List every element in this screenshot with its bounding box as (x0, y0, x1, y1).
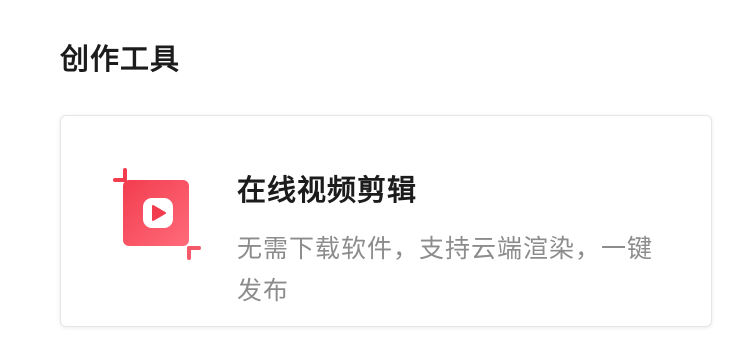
tool-title: 在线视频剪辑 (237, 173, 418, 207)
online-video-editor-card[interactable]: 在线视频剪辑 无需下载软件，支持云端渲染，一键发布 (60, 115, 712, 327)
video-crop-play-icon (111, 168, 203, 260)
tool-description: 无需下载软件，支持云端渲染，一键发布 (237, 234, 654, 305)
section-title: 创作工具 (60, 42, 181, 76)
